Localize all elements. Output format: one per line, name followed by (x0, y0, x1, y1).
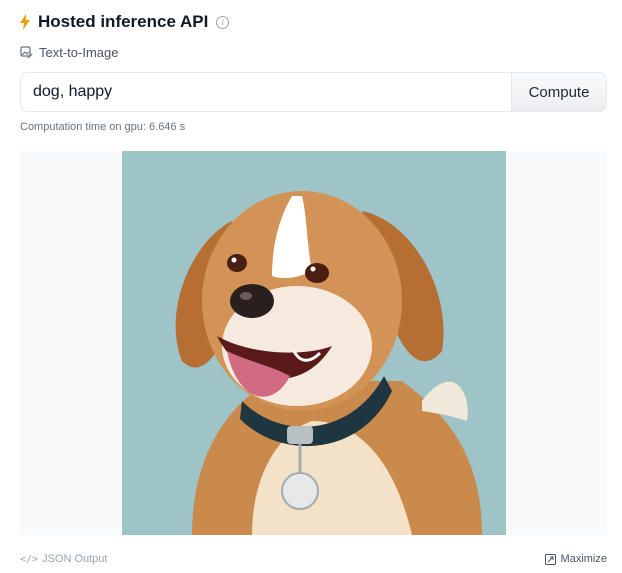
text-to-image-icon (20, 46, 33, 59)
json-output-label: JSON Output (42, 553, 108, 565)
maximize-button[interactable]: Maximize (544, 553, 607, 565)
task-label: Text-to-Image (39, 45, 119, 60)
maximize-icon (544, 553, 556, 565)
lightning-icon (20, 14, 30, 30)
prompt-input[interactable] (20, 72, 511, 112)
generated-dog-image (122, 151, 506, 535)
info-icon[interactable]: i (216, 15, 230, 29)
prompt-form: Compute (20, 72, 607, 112)
output-image-area (20, 151, 607, 535)
compute-button[interactable]: Compute (511, 72, 607, 112)
maximize-label: Maximize (560, 553, 607, 565)
computation-time: Computation time on gpu: 6.646 s (20, 121, 186, 133)
task-type: Text-to-Image (20, 45, 118, 60)
code-icon: </> (20, 553, 39, 565)
widget-header: Hosted inference API i (20, 10, 230, 34)
json-output-toggle[interactable]: </> JSON Output (20, 553, 107, 565)
widget-title: Hosted inference API (38, 12, 209, 31)
